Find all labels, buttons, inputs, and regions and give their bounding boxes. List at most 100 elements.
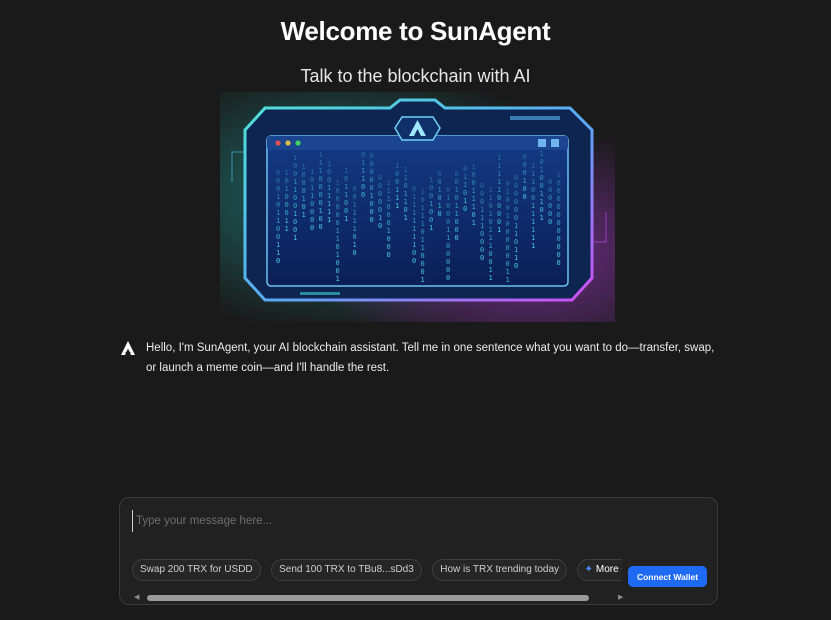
- svg-text:0: 0: [310, 216, 314, 224]
- svg-text:0: 0: [344, 175, 348, 183]
- svg-text:0: 0: [302, 203, 306, 211]
- svg-text:0: 0: [514, 214, 518, 222]
- scrollbar-thumb[interactable]: [147, 595, 589, 601]
- svg-text:0: 0: [514, 262, 518, 270]
- svg-text:1: 1: [327, 200, 331, 208]
- svg-text:1: 1: [446, 194, 450, 202]
- suggestion-chip-send[interactable]: Send 100 TRX to TBu8...sDd3: [271, 559, 422, 581]
- svg-text:0: 0: [557, 227, 561, 235]
- svg-text:0: 0: [361, 183, 365, 191]
- svg-text:1: 1: [412, 233, 416, 241]
- svg-text:1: 1: [276, 217, 280, 225]
- svg-text:0: 0: [446, 250, 450, 258]
- svg-text:0: 0: [387, 235, 391, 243]
- svg-text:1: 1: [455, 202, 459, 210]
- svg-text:1: 1: [446, 226, 450, 234]
- svg-text:1: 1: [540, 214, 544, 222]
- svg-text:1: 1: [353, 209, 357, 217]
- svg-text:0: 0: [523, 193, 527, 201]
- svg-text:1: 1: [319, 167, 323, 175]
- more-commands-chip[interactable]: ✦More Commands: [577, 559, 622, 581]
- svg-text:0: 0: [514, 198, 518, 206]
- svg-text:0: 0: [540, 174, 544, 182]
- svg-text:0: 0: [523, 185, 527, 193]
- scroll-right-icon[interactable]: ▶: [618, 594, 623, 602]
- svg-text:0: 0: [429, 216, 433, 224]
- svg-text:1: 1: [395, 202, 399, 210]
- connect-wallet-button[interactable]: Connect Wallet: [628, 566, 707, 587]
- svg-text:1: 1: [531, 170, 535, 178]
- svg-text:0: 0: [446, 202, 450, 210]
- svg-text:0: 0: [548, 194, 552, 202]
- svg-text:1: 1: [421, 244, 425, 252]
- svg-text:0: 0: [506, 236, 510, 244]
- svg-text:0: 0: [293, 170, 297, 178]
- svg-text:0: 0: [438, 194, 442, 202]
- svg-text:1: 1: [489, 210, 493, 218]
- svg-text:1: 1: [412, 217, 416, 225]
- svg-text:1: 1: [472, 187, 476, 195]
- svg-text:0: 0: [276, 177, 280, 185]
- svg-text:0: 0: [319, 183, 323, 191]
- svg-text:0: 0: [548, 186, 552, 194]
- svg-text:1: 1: [404, 174, 408, 182]
- svg-text:1: 1: [293, 210, 297, 218]
- svg-text:1: 1: [344, 167, 348, 175]
- svg-text:0: 0: [378, 222, 382, 230]
- svg-text:0: 0: [310, 176, 314, 184]
- svg-text:0: 0: [319, 215, 323, 223]
- svg-text:0: 0: [506, 204, 510, 212]
- svg-text:1: 1: [480, 214, 484, 222]
- scrollbar-track[interactable]: [147, 595, 589, 601]
- svg-text:1: 1: [455, 210, 459, 218]
- scroll-left-icon[interactable]: ◀: [134, 594, 139, 602]
- svg-text:0: 0: [557, 211, 561, 219]
- svg-text:1: 1: [531, 210, 535, 218]
- svg-text:1: 1: [353, 241, 357, 249]
- svg-text:0: 0: [472, 211, 476, 219]
- svg-text:1: 1: [472, 219, 476, 227]
- svg-text:0: 0: [378, 182, 382, 190]
- svg-text:1: 1: [387, 227, 391, 235]
- svg-text:1: 1: [421, 236, 425, 244]
- svg-text:0: 0: [557, 219, 561, 227]
- svg-text:1: 1: [480, 206, 484, 214]
- composer: Swap 200 TRX for USDD Send 100 TRX to TB…: [119, 497, 718, 605]
- svg-text:1: 1: [412, 209, 416, 217]
- svg-text:1: 1: [387, 187, 391, 195]
- svg-text:1: 1: [421, 220, 425, 228]
- svg-text:0: 0: [446, 218, 450, 226]
- svg-text:0: 0: [455, 170, 459, 178]
- svg-text:0: 0: [302, 187, 306, 195]
- sunagent-logo-icon: [121, 341, 135, 355]
- svg-text:1: 1: [336, 227, 340, 235]
- page-subtitle: Talk to the blockchain with AI: [300, 66, 531, 86]
- svg-text:1: 1: [361, 159, 365, 167]
- chips-scrollbar[interactable]: ◀ ▶: [134, 594, 630, 602]
- svg-text:0: 0: [438, 170, 442, 178]
- svg-text:0: 0: [480, 254, 484, 262]
- svg-text:0: 0: [557, 235, 561, 243]
- message-input[interactable]: [132, 510, 698, 532]
- suggestion-chip-swap[interactable]: Swap 200 TRX for USDD: [132, 559, 261, 581]
- svg-text:0: 0: [293, 218, 297, 226]
- svg-text:1: 1: [370, 192, 374, 200]
- svg-text:1: 1: [344, 215, 348, 223]
- svg-text:1: 1: [293, 154, 297, 162]
- svg-text:0: 0: [336, 259, 340, 267]
- svg-text:0: 0: [429, 208, 433, 216]
- svg-text:0: 0: [387, 251, 391, 259]
- svg-text:0: 0: [387, 211, 391, 219]
- svg-text:1: 1: [514, 246, 518, 254]
- svg-text:0: 0: [361, 191, 365, 199]
- svg-text:0: 0: [378, 174, 382, 182]
- svg-text:1: 1: [378, 214, 382, 222]
- svg-text:1: 1: [327, 160, 331, 168]
- svg-text:0: 0: [429, 184, 433, 192]
- svg-text:0: 0: [455, 194, 459, 202]
- suggestion-chip-trending[interactable]: How is TRX trending today: [432, 559, 568, 581]
- svg-text:0: 0: [319, 191, 323, 199]
- sparkle-icon: ✦: [584, 564, 593, 575]
- svg-text:1: 1: [285, 225, 289, 233]
- svg-text:1: 1: [327, 216, 331, 224]
